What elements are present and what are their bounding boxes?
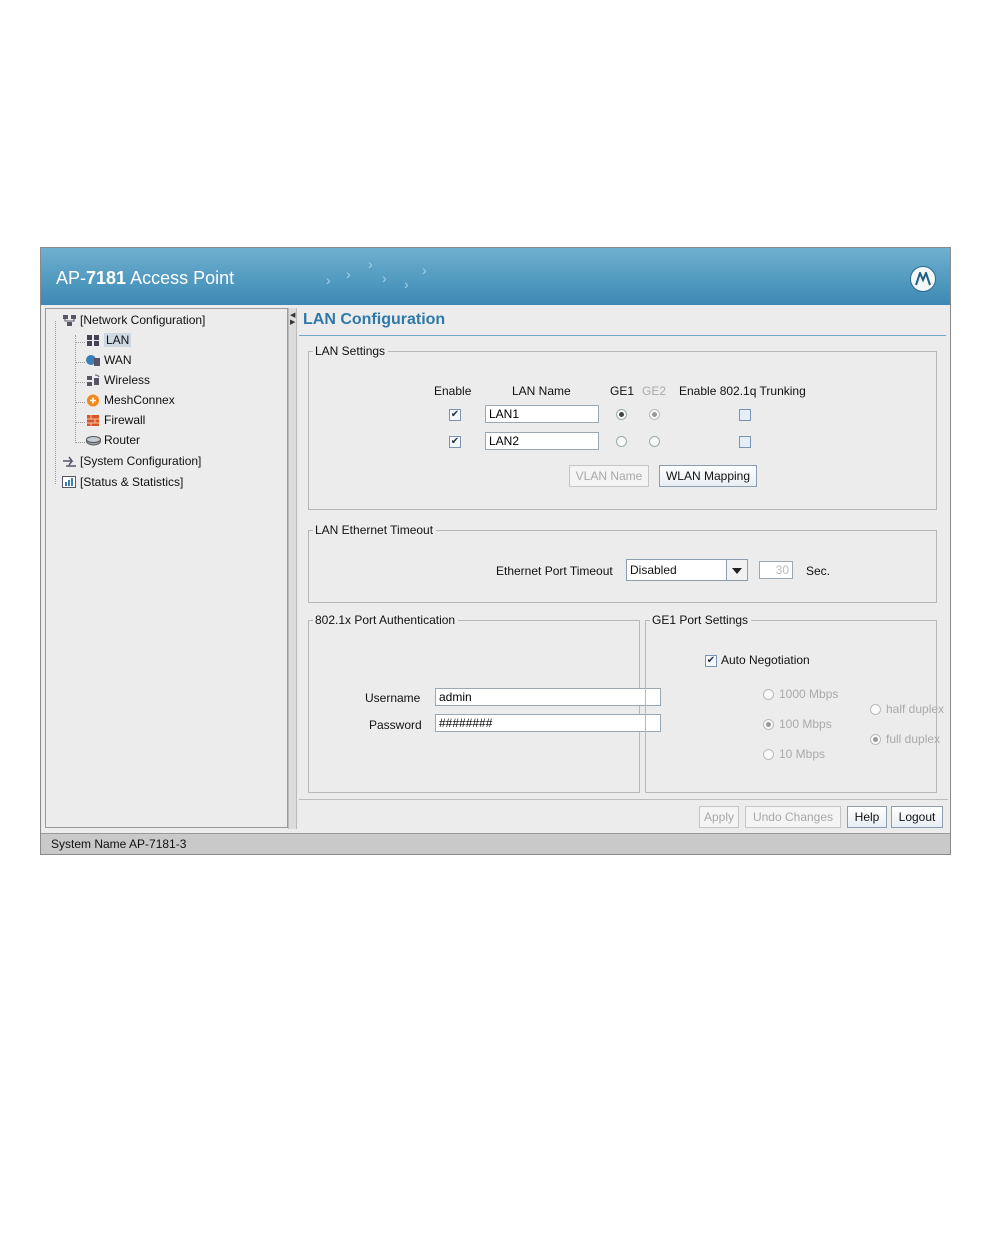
app-window: AP-7181 Access Point › › › › › › [Networ… [40, 247, 951, 855]
auto-negotiation-label: Auto Negotiation [721, 653, 810, 667]
logout-button[interactable]: Logout [891, 806, 943, 828]
tree-item-label: Wireless [104, 373, 151, 387]
collapse-arrows-icon[interactable]: ◀ ▶ [290, 312, 295, 326]
header-lan-name: LAN Name [512, 384, 571, 398]
username-input[interactable] [435, 688, 661, 706]
auto-negotiation-checkbox[interactable]: ✔ [705, 655, 717, 667]
main-panel: LAN Configuration LAN Settings Enable LA… [299, 308, 946, 798]
lan1-ge1-radio[interactable] [616, 409, 627, 420]
tree-item-label: MeshConnex [104, 393, 175, 407]
timeout-unit-label: Sec. [806, 564, 831, 578]
speed-100-radio[interactable] [763, 719, 774, 730]
app-title-suffix: Access Point [126, 268, 235, 288]
lan2-ge2-radio[interactable] [649, 436, 660, 447]
wlan-mapping-button[interactable]: WLAN Mapping [659, 465, 757, 487]
lan2-ge1-radio[interactable] [616, 436, 627, 447]
navigation-tree: [Network Configuration] LAN WAN Wireless… [45, 308, 288, 828]
firewall-icon [86, 414, 101, 427]
ethernet-timeout-group: LAN Ethernet Timeout [308, 523, 937, 603]
tree-item-label: [Network Configuration] [80, 313, 206, 327]
speed-1000-radio[interactable] [763, 689, 774, 700]
app-title-prefix: AP- [56, 268, 87, 288]
half-duplex-radio[interactable] [870, 704, 881, 715]
ethernet-port-timeout-label: Ethernet Port Timeout [496, 564, 613, 578]
tree-item-status-statistics[interactable]: [Status & Statistics] [62, 475, 183, 489]
network-config-icon [62, 314, 77, 327]
half-duplex-label: half duplex [886, 702, 945, 716]
ethernet-port-timeout-select[interactable]: Disabled [626, 559, 748, 581]
vlan-name-button[interactable]: VLAN Name [569, 465, 649, 487]
tree-item-meshconnex[interactable]: MeshConnex [86, 393, 175, 407]
tree-item-router[interactable]: Router [86, 433, 140, 447]
tree-item-label: LAN [104, 333, 132, 347]
lan1-ge2-radio[interactable] [649, 409, 660, 420]
password-input[interactable] [435, 714, 661, 732]
apply-button[interactable]: Apply [699, 806, 739, 828]
router-icon [86, 434, 101, 447]
lan2-name-input[interactable] [485, 432, 599, 450]
header-enable: Enable [434, 384, 472, 398]
ge1-port-settings-legend: GE1 Port Settings [652, 613, 749, 627]
lan-settings-legend: LAN Settings [315, 344, 386, 358]
lan1-trunking-checkbox[interactable] [739, 409, 751, 421]
title-divider [299, 335, 946, 336]
tree-item-label: [System Configuration] [80, 454, 202, 468]
help-button[interactable]: Help [847, 806, 887, 828]
panel-splitter[interactable]: ◀ ▶ [288, 308, 297, 829]
tree-item-system-configuration[interactable]: [System Configuration] [62, 454, 201, 468]
app-title: AP-7181 Access Point [56, 268, 234, 289]
system-config-icon [62, 455, 77, 468]
port-authentication-legend: 802.1x Port Authentication [315, 613, 456, 627]
speed-10-radio[interactable] [763, 749, 774, 760]
username-label: Username [365, 691, 421, 705]
lan1-enable-checkbox[interactable]: ✔ [449, 409, 461, 421]
tree-item-firewall[interactable]: Firewall [86, 413, 145, 427]
status-bar: System Name AP-7181-3 [41, 833, 950, 854]
lan1-name-input[interactable] [485, 405, 599, 423]
meshconnex-icon [86, 394, 101, 407]
wan-icon [86, 354, 101, 367]
chevron-down-icon[interactable] [726, 560, 747, 580]
tree-item-lan[interactable]: LAN [86, 333, 132, 347]
speed-10-label: 10 Mbps [779, 747, 826, 761]
lan2-trunking-checkbox[interactable] [739, 436, 751, 448]
timeout-seconds-input[interactable] [759, 561, 793, 579]
tree-item-wireless[interactable]: Wireless [86, 373, 150, 387]
password-label: Password [369, 718, 422, 732]
app-title-model: 7181 [86, 268, 127, 288]
lan2-enable-checkbox[interactable]: ✔ [449, 436, 461, 448]
ethernet-port-timeout-value: Disabled [630, 563, 677, 577]
header-trunking: Enable 802.1q Trunking [679, 384, 806, 398]
tree-item-label: [Status & Statistics] [80, 475, 184, 489]
tree-item-label: WAN [104, 353, 132, 367]
page-title: LAN Configuration [303, 311, 446, 328]
header-ge1: GE1 [610, 384, 635, 398]
tree-item-label: Firewall [104, 413, 146, 427]
undo-changes-button[interactable]: Undo Changes [745, 806, 841, 828]
header-ge2: GE2 [642, 384, 667, 398]
wireless-icon [86, 374, 101, 387]
full-duplex-label: full duplex [886, 732, 941, 746]
ethernet-timeout-legend: LAN Ethernet Timeout [315, 523, 434, 537]
speed-1000-label: 1000 Mbps [779, 687, 839, 701]
full-duplex-radio[interactable] [870, 734, 881, 745]
tree-item-wan[interactable]: WAN [86, 353, 132, 367]
tree-item-network-configuration[interactable]: [Network Configuration] [62, 313, 205, 327]
statistics-icon [62, 475, 77, 489]
speed-100-label: 100 Mbps [779, 717, 832, 731]
tree-item-label: Router [104, 433, 141, 447]
motorola-logo-icon [910, 266, 936, 292]
lan-icon [86, 334, 101, 347]
action-bar: Apply Undo Changes Help Logout [299, 799, 948, 830]
title-bar: AP-7181 Access Point › › › › › › [41, 248, 950, 305]
